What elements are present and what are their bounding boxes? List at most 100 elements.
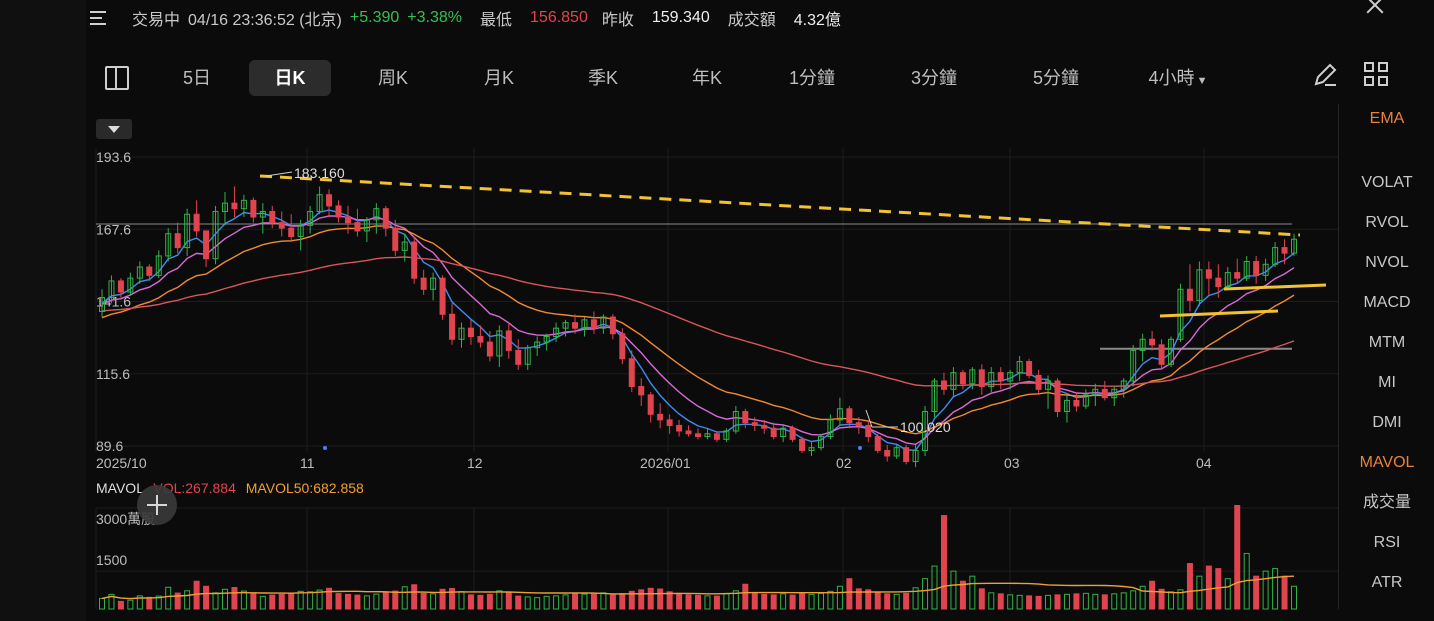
candle-body: [146, 266, 153, 276]
volume-bar: [704, 595, 711, 610]
volume-bar: [1045, 594, 1052, 610]
volume-bar: [203, 585, 210, 610]
volume-bar: [884, 593, 891, 610]
ema-line-5: [101, 209, 1295, 451]
candle-body: [695, 433, 701, 438]
volume-bar: [1168, 591, 1175, 610]
volume-bar: [950, 570, 957, 610]
volume-bar: [392, 590, 399, 610]
volume-bar: [600, 592, 607, 610]
candle-body: [1054, 380, 1061, 413]
volume-bar: [1073, 593, 1080, 610]
volume-bar: [836, 585, 843, 610]
candle-body: [354, 222, 361, 232]
candle-body: [288, 227, 295, 237]
volume-bar: [903, 592, 910, 610]
y-tick-label: 89.6: [96, 438, 123, 454]
volume-bar: [1196, 575, 1203, 610]
candle-body: [647, 394, 654, 415]
volume-bar: [1035, 595, 1042, 610]
candle-body: [590, 319, 597, 329]
high-annotation-leader: [265, 171, 293, 177]
volume-bar: [590, 592, 597, 610]
candle-body: [1149, 338, 1156, 346]
ema-line-10: [101, 215, 1295, 446]
y-tick-label: 193.6: [96, 149, 131, 165]
volume-bar: [486, 593, 493, 610]
candle-body: [193, 213, 200, 232]
candle-body: [411, 241, 418, 279]
volume-bar: [751, 592, 758, 610]
candle-body: [467, 327, 474, 338]
volume-bar: [231, 587, 238, 610]
volume-bar: [1120, 592, 1127, 610]
volume-bar: [240, 590, 247, 610]
candle-body: [344, 216, 351, 224]
volume-bar: [212, 592, 219, 610]
volume-bar: [695, 594, 701, 610]
candle-body: [789, 427, 796, 440]
volume-bar: [931, 565, 938, 610]
candle-body: [761, 424, 768, 429]
volume-bar: [297, 590, 304, 610]
volume-bar: [997, 593, 1004, 610]
candle-body: [392, 227, 399, 251]
candle-body: [326, 194, 333, 207]
volume-bar: [1149, 580, 1156, 610]
candle-body: [940, 380, 947, 390]
candle-body: [1205, 269, 1212, 279]
event-marker-dot: [323, 446, 327, 450]
volume-bar: [1272, 568, 1279, 610]
x-tick-label: 2025/10: [96, 455, 147, 471]
candle-body: [1026, 361, 1033, 376]
candle-body: [231, 202, 238, 210]
low-annotation-label: 100.020: [900, 419, 951, 435]
candle-body: [1281, 247, 1288, 254]
volume-bar: [676, 592, 683, 610]
candle-body: [884, 449, 891, 457]
candle-body: [1186, 288, 1193, 301]
volume-bar: [1224, 578, 1231, 610]
volume-bar: [515, 595, 522, 610]
add-indicator-button[interactable]: [137, 485, 177, 525]
volume-bar: [373, 593, 380, 610]
volume-bar: [959, 580, 966, 610]
mavol-ma50-value: MAVOL50:682.858: [245, 480, 364, 496]
candle-body: [382, 208, 389, 229]
candle-body: [855, 422, 862, 426]
mavol-title: MAVOL: [96, 480, 144, 496]
candle-body: [628, 358, 635, 388]
volume-bar: [269, 594, 276, 610]
volume-bar: [638, 589, 645, 610]
volume-bar: [940, 515, 947, 610]
volume-bar: [354, 594, 361, 610]
volume-bar: [496, 590, 503, 610]
volume-bar: [808, 593, 815, 610]
volume-bar: [1186, 563, 1193, 610]
x-tick-label: 12: [467, 455, 483, 471]
volume-bar: [657, 588, 664, 610]
candle-body: [449, 313, 456, 340]
candlestick-chart[interactable]: 193.6167.6141.6115.689.62025/10 11 12 2026/…: [0, 0, 1434, 621]
volume-bar: [221, 588, 228, 610]
volume-bar: [363, 595, 370, 610]
volume-bar: [127, 599, 134, 610]
candle-body: [269, 210, 276, 224]
candle-body: [250, 199, 257, 218]
dashed-resistance-trendline: [259, 174, 1301, 237]
volume-bar: [666, 591, 673, 610]
volume-bar: [742, 583, 749, 610]
volume-bar: [184, 590, 191, 610]
volume-bar: [799, 593, 806, 610]
candle-body: [657, 413, 664, 421]
volume-bar: [335, 593, 342, 610]
x-tick-label: 03: [1004, 455, 1020, 471]
volume-bar: [770, 594, 777, 610]
volume-bar: [278, 593, 285, 610]
upper-support-trendline: [1223, 283, 1327, 291]
candle-body: [1234, 272, 1241, 279]
volume-bar: [1281, 575, 1288, 610]
volume-bar: [467, 594, 474, 610]
x-tick-label: 11: [300, 455, 315, 471]
candle-body: [676, 424, 683, 432]
